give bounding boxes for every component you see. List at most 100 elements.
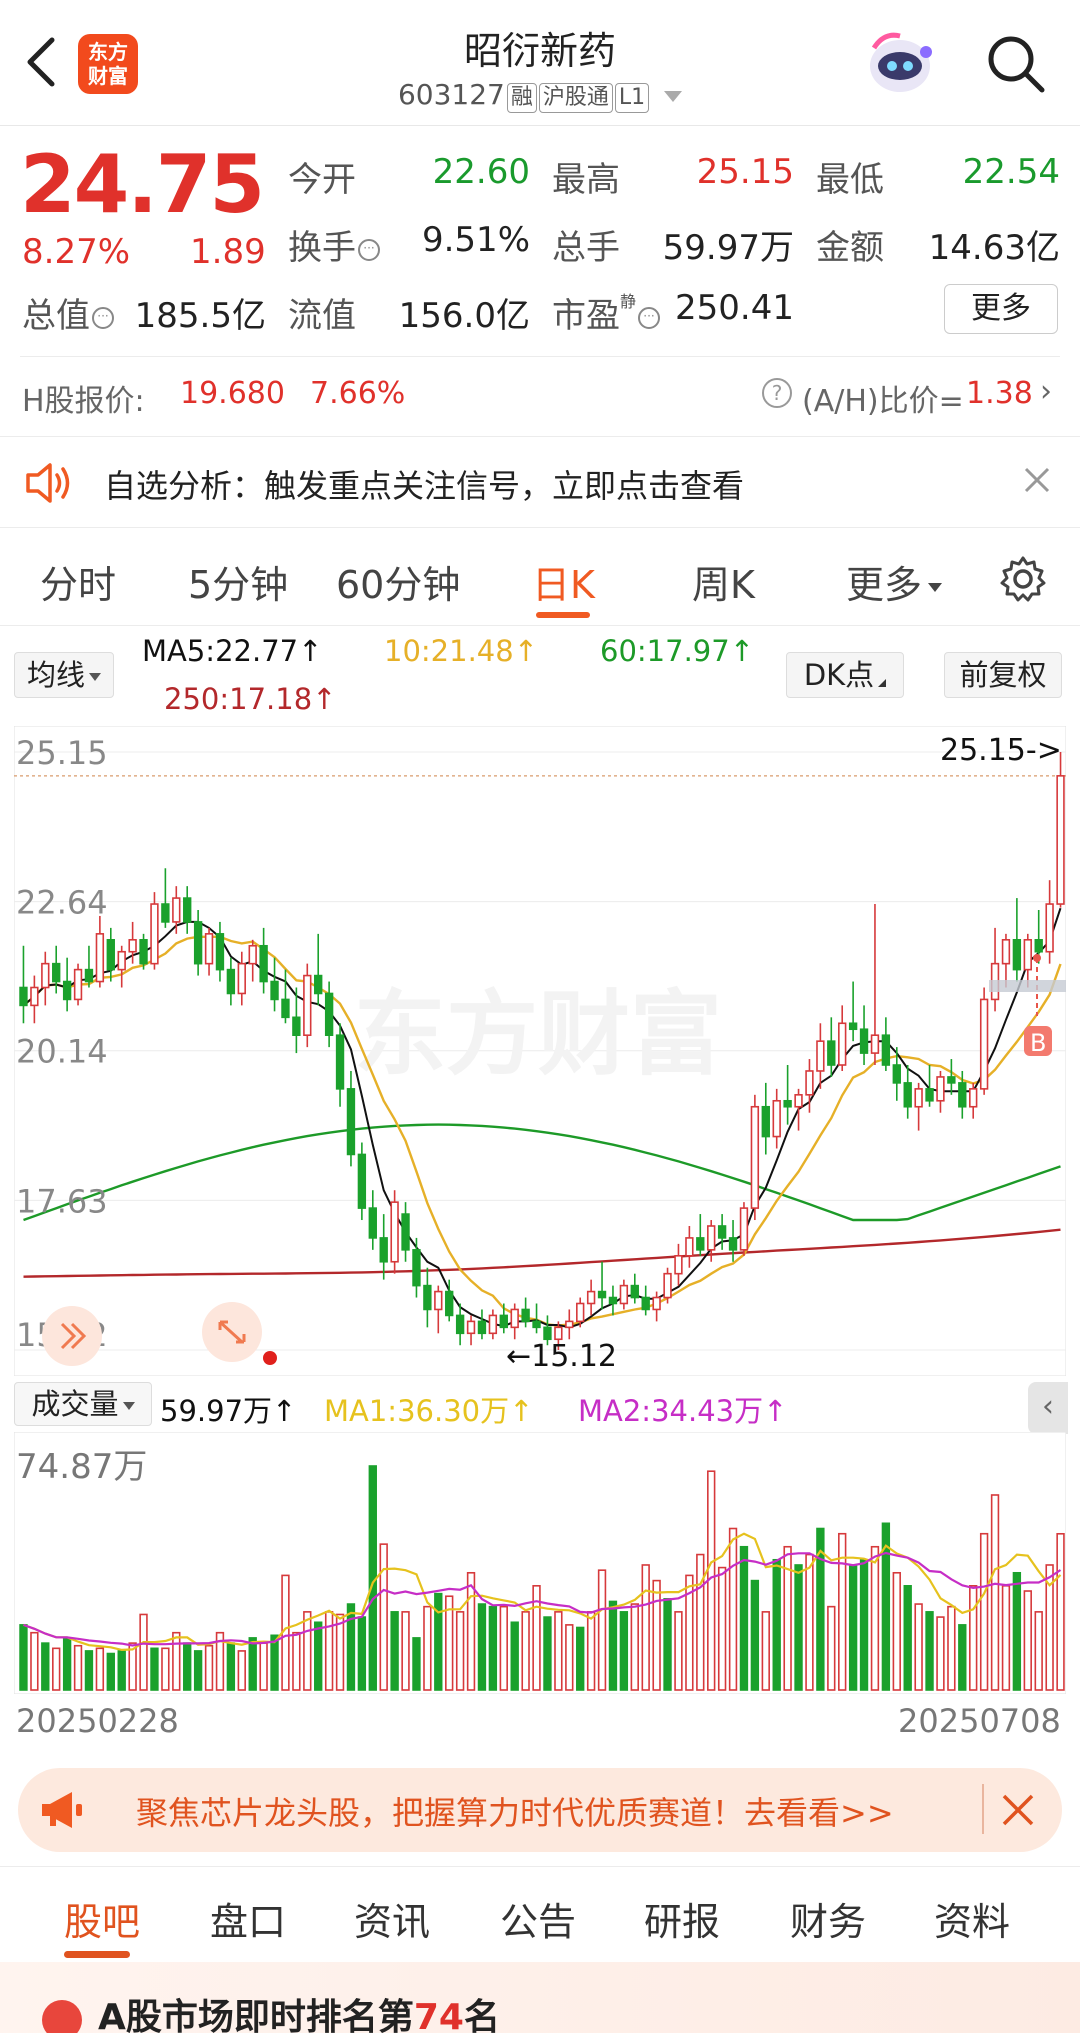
- tab-forum[interactable]: 股吧: [64, 1891, 140, 1946]
- volume-bar-up: [324, 1611, 334, 1691]
- tab-daily-k[interactable]: 日K: [532, 554, 595, 609]
- volume-bar-up: [586, 1611, 596, 1691]
- h-share-row[interactable]: H股报价: 19.680 7.66% ? (A/H)比价= 1.38 ›: [0, 360, 1080, 434]
- volume-bar-up: [597, 1569, 607, 1691]
- active-tab-indicator: [64, 1951, 130, 1958]
- candle-up: [248, 944, 257, 965]
- y-tick-label: 25.15: [16, 734, 108, 772]
- market-rank-bar[interactable]: A股市场即时排名第74名: [0, 1962, 1080, 2033]
- tab-profile[interactable]: 资料: [934, 1891, 1010, 1946]
- volume-bar-up: [30, 1631, 39, 1691]
- more-button[interactable]: 更多: [944, 284, 1058, 334]
- caret-down-icon: [664, 90, 683, 102]
- stock-code-line[interactable]: 603127 融沪股通 L1: [340, 78, 740, 113]
- signal-banner[interactable]: 自选分析：触发重点关注信号，立即点击查看: [0, 436, 1080, 528]
- volume-bar-down: [543, 1616, 552, 1691]
- candle-up: [838, 1022, 847, 1066]
- candle-down: [19, 986, 28, 1007]
- volume-bar-down: [412, 1637, 421, 1691]
- close-icon[interactable]: [1022, 465, 1052, 495]
- tab-financials[interactable]: 财务: [790, 1891, 866, 1946]
- volume-bar-up: [172, 1631, 181, 1691]
- volume-bar-down: [434, 1592, 443, 1691]
- close-icon[interactable]: [1000, 1792, 1036, 1828]
- tab-orderbook[interactable]: 盘口: [210, 1891, 286, 1946]
- forward-adjust-button[interactable]: 前复权: [944, 652, 1062, 698]
- dk-point-button[interactable]: DK点: [786, 652, 904, 698]
- tab-research[interactable]: 研报: [644, 1891, 720, 1946]
- ma5-value: MA5:22.77↑: [142, 634, 323, 668]
- tab-more[interactable]: 更多: [846, 554, 943, 609]
- tab-intraday[interactable]: 分时: [40, 554, 116, 609]
- ma-selector[interactable]: 均线: [14, 652, 114, 698]
- volume-bar-down: [750, 1579, 760, 1691]
- volume-bar-down: [619, 1611, 629, 1691]
- volume-chart[interactable]: 74.87万: [14, 1432, 1066, 1694]
- speaker-icon: [26, 463, 70, 503]
- volume-bar-down: [739, 1545, 749, 1691]
- info-tabs: 股吧 盘口 资讯 公告 研报 财务 资料: [0, 1866, 1080, 1962]
- candle-down: [455, 1314, 465, 1335]
- volume-bar-up: [870, 1545, 880, 1691]
- indicator-selector[interactable]: 成交量: [14, 1382, 152, 1426]
- vol-ma1: MA1:36.30万↑: [324, 1394, 534, 1428]
- volume-bar-up: [914, 1603, 923, 1691]
- side-panel-toggle[interactable]: ‹: [1028, 1382, 1068, 1434]
- volume-bar-up: [499, 1605, 508, 1691]
- pe-static-mark: 静: [620, 292, 637, 311]
- candle-down: [106, 939, 115, 971]
- kline-chart[interactable]: 东方财富 25.1522.6420.1417.6315.12 25.15-> ←…: [14, 726, 1066, 1376]
- tab-60min[interactable]: 60分钟: [336, 554, 460, 609]
- candle-up: [772, 1099, 781, 1138]
- volume-bar-up: [565, 1624, 574, 1691]
- candle-down: [292, 1016, 301, 1037]
- corner-triangle-icon: [878, 679, 887, 687]
- stock-code: 603127: [397, 78, 505, 111]
- back-button[interactable]: [18, 32, 68, 92]
- mcap-label[interactable]: 总值 ···: [22, 288, 114, 337]
- turnover-label[interactable]: 换手 ···: [288, 220, 380, 269]
- rank-icon: [42, 2000, 82, 2033]
- help-icon[interactable]: ?: [762, 378, 792, 408]
- assistant-robot-icon[interactable]: [864, 28, 936, 100]
- candle-down: [270, 980, 279, 1001]
- search-icon[interactable]: [984, 32, 1048, 96]
- volume-max-label: 74.87万: [16, 1447, 147, 1487]
- chevron-left-icon: ‹: [1042, 1389, 1054, 1424]
- volume-bar-up: [717, 1566, 727, 1691]
- candle-down: [423, 1284, 432, 1311]
- candle-up: [303, 974, 312, 1037]
- tab-news[interactable]: 资讯: [354, 1891, 430, 1946]
- volume-bar-up: [335, 1613, 345, 1691]
- candle-up: [979, 998, 989, 1090]
- volume-bar-up: [936, 1616, 945, 1691]
- candle-down: [281, 998, 290, 1019]
- pe-label[interactable]: 市盈静···: [552, 288, 661, 337]
- indicator-selector-label: 成交量: [31, 1387, 119, 1421]
- eastmoney-logo: 东方 财富: [78, 34, 138, 94]
- volume-value: 59.97万↑: [160, 1394, 297, 1428]
- more-info-icon: ···: [92, 306, 114, 329]
- mcap-value: 185.5亿: [134, 296, 266, 336]
- mcap-label-text: 总值: [22, 296, 90, 336]
- candle-down: [139, 939, 148, 965]
- candle-up: [1056, 775, 1065, 905]
- candle-up: [936, 1076, 945, 1102]
- tab-weekly-k[interactable]: 周K: [692, 554, 755, 609]
- promo-banner[interactable]: 聚焦芯片龙头股，把握算力时代优质赛道！去看看>>: [18, 1768, 1062, 1852]
- volume-bar-up: [52, 1647, 61, 1691]
- volume-bar-down: [226, 1642, 236, 1691]
- volume-bar-up: [728, 1527, 738, 1691]
- candle-up: [1001, 939, 1011, 965]
- tab-announcements[interactable]: 公告: [500, 1891, 576, 1946]
- gear-icon[interactable]: [998, 554, 1048, 604]
- candle-up: [117, 950, 126, 971]
- candle-down: [259, 944, 268, 983]
- candle-down: [728, 1237, 738, 1251]
- change-percent: 8.27%: [22, 232, 131, 272]
- tab-5min[interactable]: 5分钟: [188, 554, 288, 609]
- volume-bar-up: [805, 1553, 814, 1691]
- date-end: 20250708: [898, 1702, 1061, 1740]
- volume-bar-down: [19, 1624, 28, 1691]
- chart-fold-button[interactable]: [42, 1306, 102, 1366]
